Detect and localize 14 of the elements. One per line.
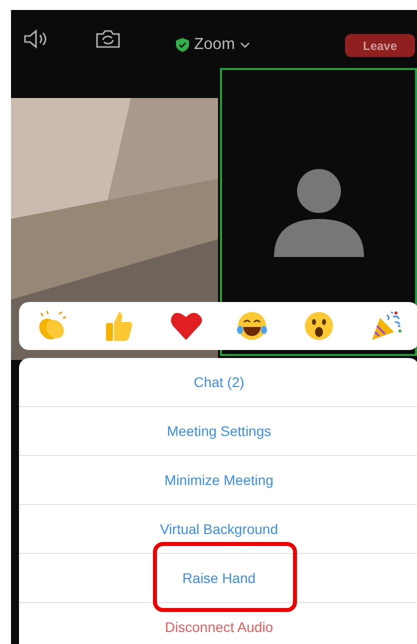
shield-icon bbox=[176, 38, 189, 52]
menu-item[interactable]: Chat (2) bbox=[194, 374, 244, 390]
menu-item[interactable]: Raise Hand bbox=[182, 570, 256, 586]
menu-item[interactable]: Disconnect Audio bbox=[164, 619, 274, 635]
menu-item[interactable]: Meeting Settings bbox=[166, 423, 272, 439]
camera-switch-icon[interactable] bbox=[95, 29, 121, 49]
speaker-icon[interactable] bbox=[23, 29, 49, 49]
laughing-face-icon[interactable] bbox=[235, 309, 270, 343]
leave-button[interactable]: Leave bbox=[345, 34, 415, 57]
menu-item[interactable]: Minimize Meeting bbox=[164, 472, 274, 488]
menu-item[interactable]: Virtual Background bbox=[160, 521, 278, 537]
chevron-down-icon[interactable] bbox=[240, 42, 250, 48]
meeting-title[interactable]: Zoom bbox=[194, 36, 235, 54]
avatar-silhouette-icon bbox=[274, 167, 364, 257]
